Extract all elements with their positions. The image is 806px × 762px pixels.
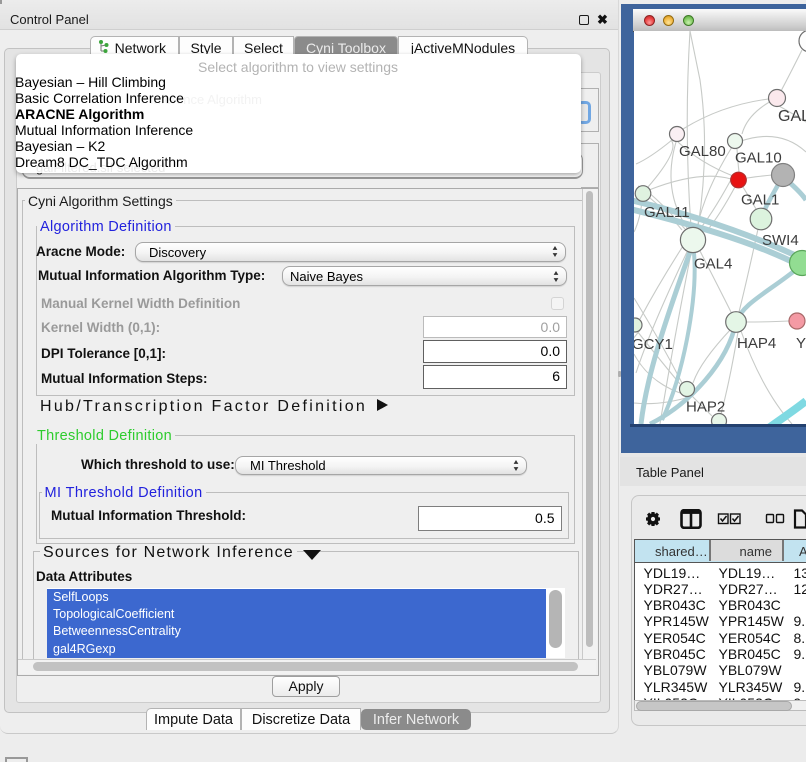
svg-text:SWI4: SWI4 [762,232,799,249]
svg-text:GAL: GAL [778,108,806,125]
svg-text:GAL11: GAL11 [644,204,690,221]
svg-text:GCY1: GCY1 [634,336,673,353]
svg-text:GAL80: GAL80 [679,143,726,160]
svg-text:GAL10: GAL10 [735,150,782,167]
svg-text:GAL4: GAL4 [694,256,732,273]
svg-text:HAP4: HAP4 [737,335,776,352]
svg-text:Y: Y [796,335,806,352]
svg-text:HAP2: HAP2 [686,399,725,416]
svg-text:GAL1: GAL1 [741,192,779,209]
